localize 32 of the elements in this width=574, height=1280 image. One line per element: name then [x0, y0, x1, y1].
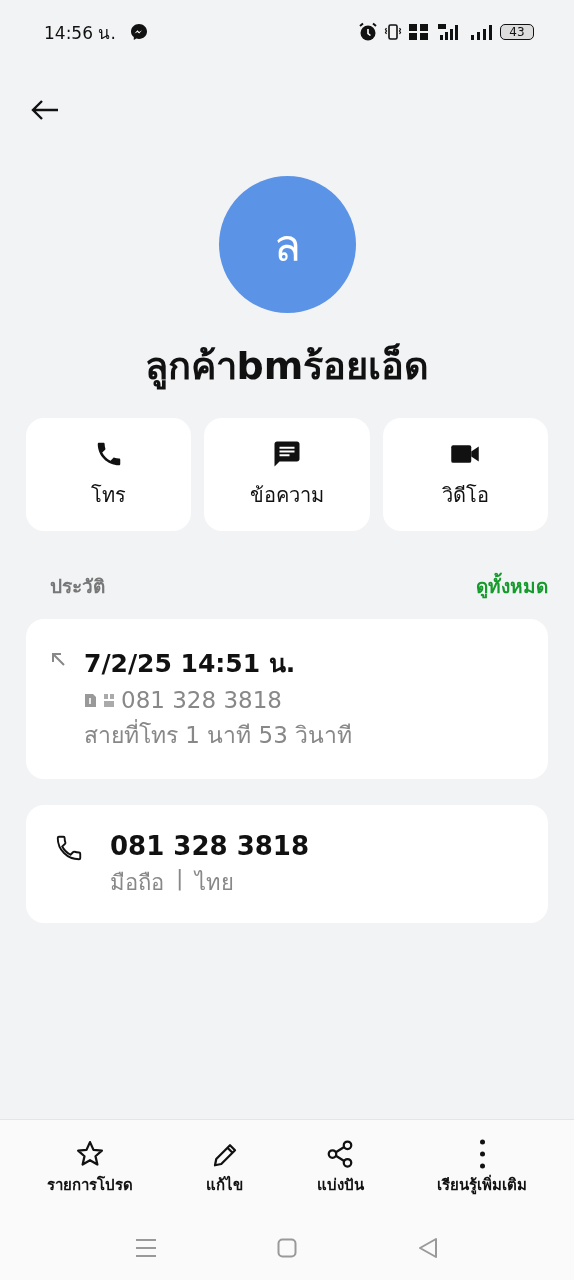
- signal-icon: [470, 23, 494, 41]
- phone-icon: [54, 833, 84, 863]
- battery-indicator: 43: [500, 24, 534, 40]
- back-icon[interactable]: [417, 1237, 439, 1259]
- history-heading: ประวัติ: [50, 574, 105, 599]
- message-button[interactable]: ข้อความ: [204, 418, 370, 531]
- phone-type: มือถือ: [110, 869, 164, 897]
- phone-number-card[interactable]: 081 328 3818 มือถือ | ไทย: [26, 805, 548, 923]
- recent-apps-icon[interactable]: [135, 1238, 157, 1258]
- share-button[interactable]: แบ่งปัน: [316, 1139, 364, 1197]
- status-time: 14:56 น.: [44, 21, 116, 45]
- vibrate-icon: [384, 23, 402, 41]
- phone-region: ไทย: [195, 869, 235, 897]
- call-duration: สายที่โทร 1 นาที 53 วินาที: [84, 717, 353, 753]
- call-button[interactable]: โทร: [26, 418, 192, 531]
- call-number: 081 328 3818: [121, 687, 282, 713]
- contact-avatar: ล: [218, 176, 356, 313]
- video-button[interactable]: วิดีโอ: [382, 418, 548, 531]
- sim-icon: [84, 692, 97, 708]
- phone-number: 081 328 3818: [110, 831, 309, 861]
- call-datetime: 7/2/25 14:51 น.: [84, 648, 297, 680]
- separator: |: [176, 865, 184, 893]
- contact-name: ลูกค้าbmร้อยเอ็ด: [144, 342, 430, 392]
- home-icon[interactable]: [277, 1238, 297, 1258]
- outgoing-arrow-icon: [50, 651, 66, 667]
- edit-button[interactable]: แก้ไข: [206, 1139, 244, 1197]
- more-button[interactable]: เรียนรู้เพิ่มเติม: [437, 1139, 528, 1197]
- call-history-card[interactable]: 7/2/25 14:51 น. 081 328 3818 สายที่โทร 1 นาที 53 วินาที: [26, 619, 548, 779]
- favorite-button[interactable]: รายการโปรด: [46, 1139, 133, 1197]
- alarm-icon: [358, 22, 378, 42]
- messenger-icon: [129, 23, 148, 41]
- more-icon: [479, 1139, 485, 1169]
